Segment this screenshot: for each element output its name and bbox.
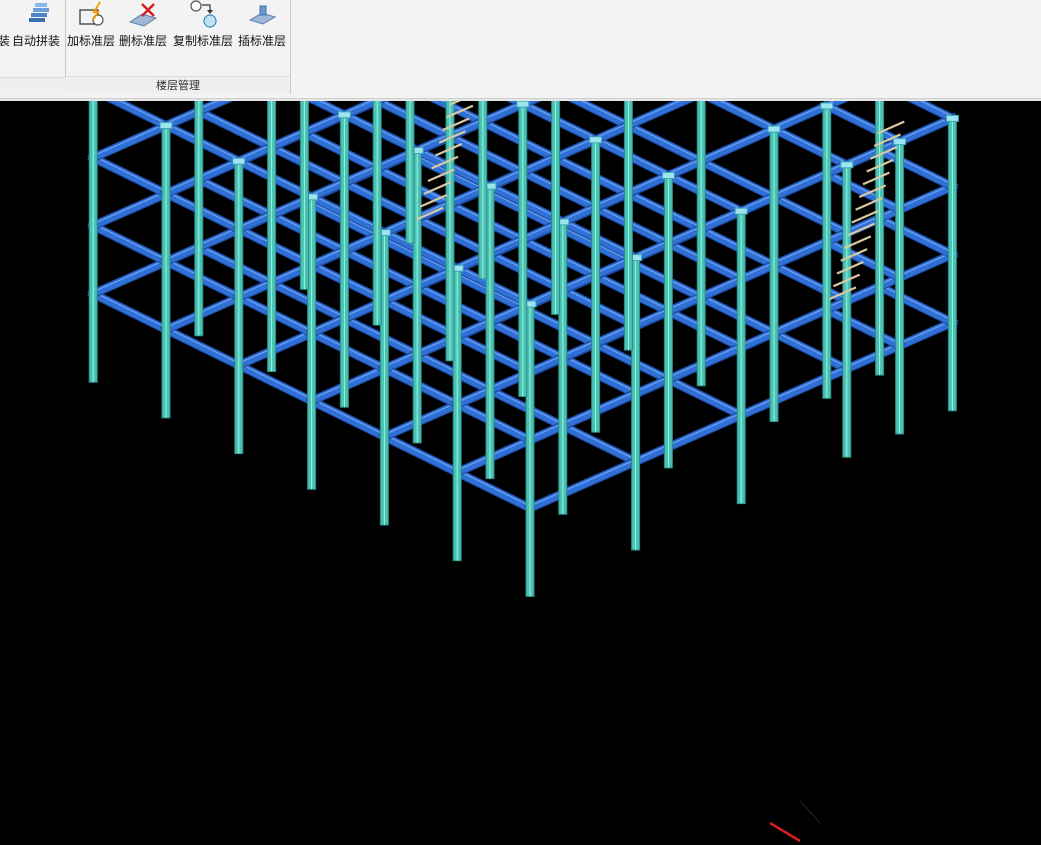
insert-floor-icon — [248, 5, 277, 25]
column-10-cap — [589, 136, 603, 144]
beam-wing-L2-face — [874, 146, 958, 192]
column-7-cap — [767, 125, 781, 133]
group-label-floor-management: 楼层管理 — [66, 76, 290, 94]
stack-layers-icon — [29, 3, 49, 22]
column-2-cap — [734, 207, 748, 215]
beam-wing-L3-face — [822, 101, 905, 147]
3d-model-viewport[interactable] — [0, 101, 1041, 845]
copy-floor-label: 复制标准层 — [172, 34, 233, 48]
delete-floor-button[interactable]: 删标准层 — [118, 0, 168, 60]
column-16-cap — [232, 157, 246, 165]
beam-wing-L3-face — [908, 101, 958, 124]
beam-wing-L1-edge — [879, 216, 953, 253]
beam-wing-L1-edge — [826, 239, 900, 277]
column-6-cap — [661, 172, 675, 179]
beam-wing-L2-edge — [826, 171, 900, 209]
beam-wing-L2-face — [822, 169, 905, 215]
beam-wing-L0-edge — [826, 307, 900, 345]
ribbon-group-floor-management: 加标准层 删标准层 复制标准层 插标准层 楼层管理 — [66, 0, 291, 94]
column-30-cap — [893, 138, 907, 146]
copy-floor-icon — [190, 0, 217, 28]
beam-wing-L1-face — [874, 214, 958, 260]
beam-wing-L0-face — [822, 305, 905, 351]
beam-wing-L0-edge — [879, 284, 953, 321]
delete-floor-icon — [128, 3, 158, 27]
add-floor-icon — [79, 1, 104, 26]
insert-floor-label: 插标准层 — [237, 34, 286, 48]
column-31-cap — [820, 102, 834, 110]
column-17-cap — [337, 111, 351, 119]
delete-floor-label: 删标准层 — [118, 34, 167, 48]
add-floor-button[interactable]: 加标准层 — [66, 0, 116, 60]
partial-tool-label: 装 — [0, 34, 11, 48]
column-20-cap — [159, 122, 173, 129]
add-floor-label: 加标准层 — [66, 34, 115, 48]
ribbon-toolbar: 自动拼装 装 加标准层 删标准层 复制标准层 插标准层 楼层管理 — [0, 0, 1041, 99]
column-14-cap — [516, 101, 530, 108]
copy-floor-button[interactable]: 复制标准层 — [172, 0, 234, 60]
left-group-footer — [0, 77, 66, 95]
column-3-cap — [840, 161, 854, 169]
column-28-cap — [945, 114, 959, 122]
beam-wing-L3-edge — [826, 103, 900, 141]
structure-model-canvas[interactable] — [0, 101, 1041, 845]
auto-assemble-button[interactable]: 自动拼装 — [10, 0, 62, 60]
auto-assemble-label: 自动拼装 — [11, 34, 60, 48]
x-axis-indicator — [769, 821, 801, 843]
y-axis-indicator — [799, 800, 821, 824]
beam-wing-L0-face — [874, 282, 958, 328]
insert-floor-button[interactable]: 插标准层 — [236, 0, 288, 60]
beam-wing-L2-edge — [879, 148, 953, 185]
